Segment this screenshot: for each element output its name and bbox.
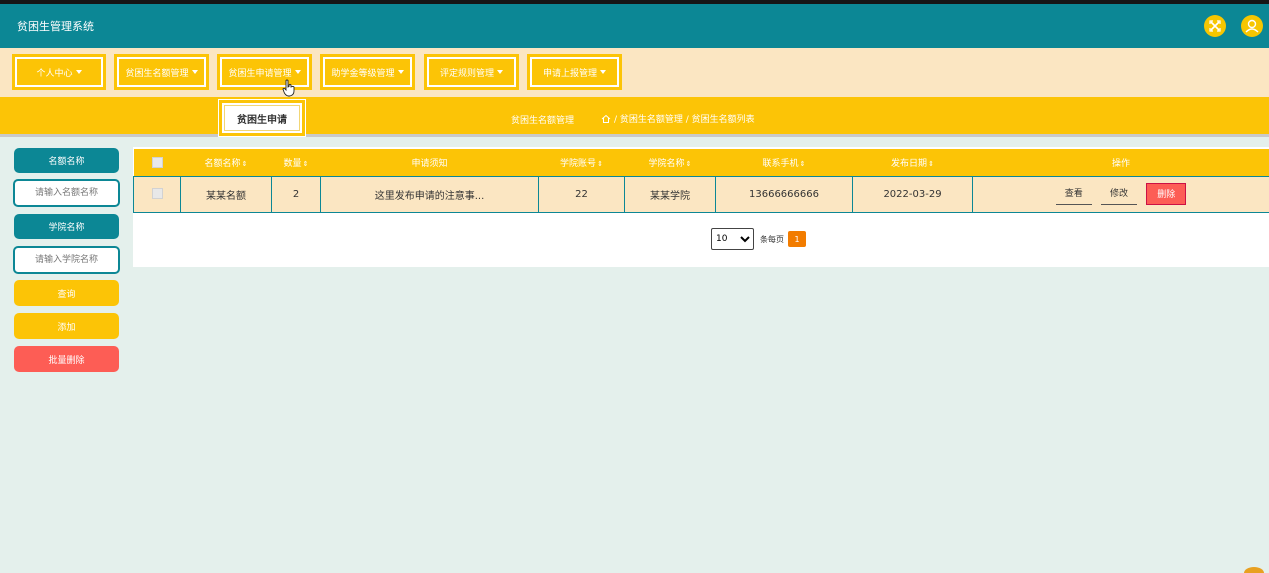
data-table: 名额名称⇕ 数量⇕ 申请须知 学院账号⇕ 学院名称⇕ 联系手机⇕ 发布日期⇕ 操…	[133, 149, 1269, 213]
menu-label: 助学金等级管理	[331, 68, 395, 79]
column-header: 操作	[972, 149, 1269, 176]
column-header: 申请须知	[320, 149, 539, 176]
hand-pointer-icon	[282, 79, 295, 97]
phone-cell: 13666666666	[715, 175, 853, 213]
caret-down-icon	[497, 70, 503, 74]
menu-grant-level-management[interactable]: 助学金等级管理	[320, 54, 415, 90]
expand-icon[interactable]	[1204, 15, 1226, 37]
caret-down-icon	[75, 70, 82, 74]
floating-widget-icon[interactable]	[1244, 567, 1264, 573]
user-avatar-icon[interactable]	[1241, 15, 1263, 37]
delete-button[interactable]: 删除	[1146, 183, 1187, 205]
menu-application-management[interactable]: 贫困生申请管理	[217, 54, 312, 90]
sort-icon[interactable]: ⇕	[928, 160, 934, 168]
tab-label: 贫困生申请	[224, 105, 300, 131]
caret-down-icon	[600, 70, 606, 74]
column-header[interactable]: 数量⇕	[271, 149, 321, 176]
pagination: 10 条每页 1	[711, 228, 806, 250]
column-header[interactable]: 学院账号⇕	[538, 149, 625, 176]
row-select-cell[interactable]	[133, 175, 181, 213]
table-panel: 名额名称⇕ 数量⇕ 申请须知 学院账号⇕ 学院名称⇕ 联系手机⇕ 发布日期⇕ 操…	[133, 147, 1269, 267]
breadcrumb: / 贫困生名额管理 / 贫困生名额列表	[601, 112, 755, 125]
row-checkbox[interactable]	[151, 188, 163, 200]
column-header[interactable]: 发布日期⇕	[852, 149, 973, 176]
column-header[interactable]: 联系手机⇕	[715, 149, 853, 176]
sort-icon[interactable]: ⇕	[242, 160, 248, 168]
menu-label: 贫困生名额管理	[125, 68, 189, 79]
top-header: 贫困生管理系统	[0, 0, 1269, 48]
tab-bar: 贫困生申请 贫困生名额管理 / 贫困生名额管理 / 贫困生名额列表	[0, 97, 1269, 137]
column-header[interactable]: 名额名称⇕	[180, 149, 272, 176]
table-row[interactable]: 某某名额 2 这里发布申请的注意事... 22 某某学院 13666666666…	[133, 175, 1269, 213]
edit-button[interactable]: 修改	[1101, 183, 1138, 205]
tab-application[interactable]: 贫困生申请	[219, 100, 305, 136]
page-title: 贫困生名额管理	[511, 116, 575, 126]
column-header[interactable]: 学院名称⇕	[624, 149, 716, 176]
date-cell: 2022-03-29	[852, 175, 973, 213]
search-button[interactable]: 查询	[14, 280, 119, 306]
menu-label: 申请上报管理	[542, 68, 597, 79]
select-all-header[interactable]	[133, 149, 181, 176]
caret-down-icon	[397, 70, 404, 74]
page-size-select[interactable]: 10	[711, 228, 754, 250]
page-number-button[interactable]: 1	[788, 231, 806, 247]
menu-label: 个人中心	[36, 68, 73, 79]
add-button[interactable]: 添加	[14, 313, 119, 339]
sort-icon[interactable]: ⇕	[303, 160, 309, 168]
college-name-input[interactable]	[13, 246, 120, 274]
caret-down-icon	[294, 70, 301, 74]
per-page-label: 条每页	[760, 234, 784, 244]
menu-rules-management[interactable]: 评定规则管理	[424, 54, 519, 90]
quota-name-label: 名额名称	[14, 148, 119, 173]
college-name-cell: 某某学院	[624, 175, 716, 213]
menu-label: 评定规则管理	[439, 68, 494, 79]
menu-personal-center[interactable]: 个人中心	[12, 54, 106, 90]
view-button[interactable]: 查看	[1055, 183, 1092, 205]
menu-label: 贫困生申请管理	[228, 68, 292, 79]
main-menu: 个人中心 贫困生名额管理 贫困生申请管理 助学金等级管理 评定规则管理 申请上报…	[0, 48, 1269, 97]
menu-quota-management[interactable]: 贫困生名额管理	[114, 54, 209, 90]
menu-report-management[interactable]: 申请上报管理	[527, 54, 622, 90]
home-icon[interactable]	[601, 114, 611, 124]
app-title: 贫困生管理系统	[17, 20, 94, 33]
sort-icon[interactable]: ⇕	[686, 160, 692, 168]
notice-cell: 这里发布申请的注意事...	[320, 175, 539, 213]
quota-name-input[interactable]	[13, 179, 120, 207]
quota-name-cell: 某某名额	[180, 175, 272, 213]
count-cell: 2	[271, 175, 321, 213]
table-header-row: 名额名称⇕ 数量⇕ 申请须知 学院账号⇕ 学院名称⇕ 联系手机⇕ 发布日期⇕ 操…	[133, 149, 1269, 176]
college-account-cell: 22	[538, 175, 625, 213]
actions-cell: 查看 修改 删除	[972, 175, 1269, 213]
sort-icon[interactable]: ⇕	[800, 160, 806, 168]
college-name-label: 学院名称	[14, 214, 119, 239]
breadcrumb-path[interactable]: / 贫困生名额管理 / 贫困生名额列表	[614, 112, 755, 125]
caret-down-icon	[191, 70, 198, 74]
batch-delete-button[interactable]: 批量删除	[14, 346, 119, 372]
select-all-checkbox[interactable]	[151, 156, 163, 168]
sort-icon[interactable]: ⇕	[597, 160, 603, 168]
